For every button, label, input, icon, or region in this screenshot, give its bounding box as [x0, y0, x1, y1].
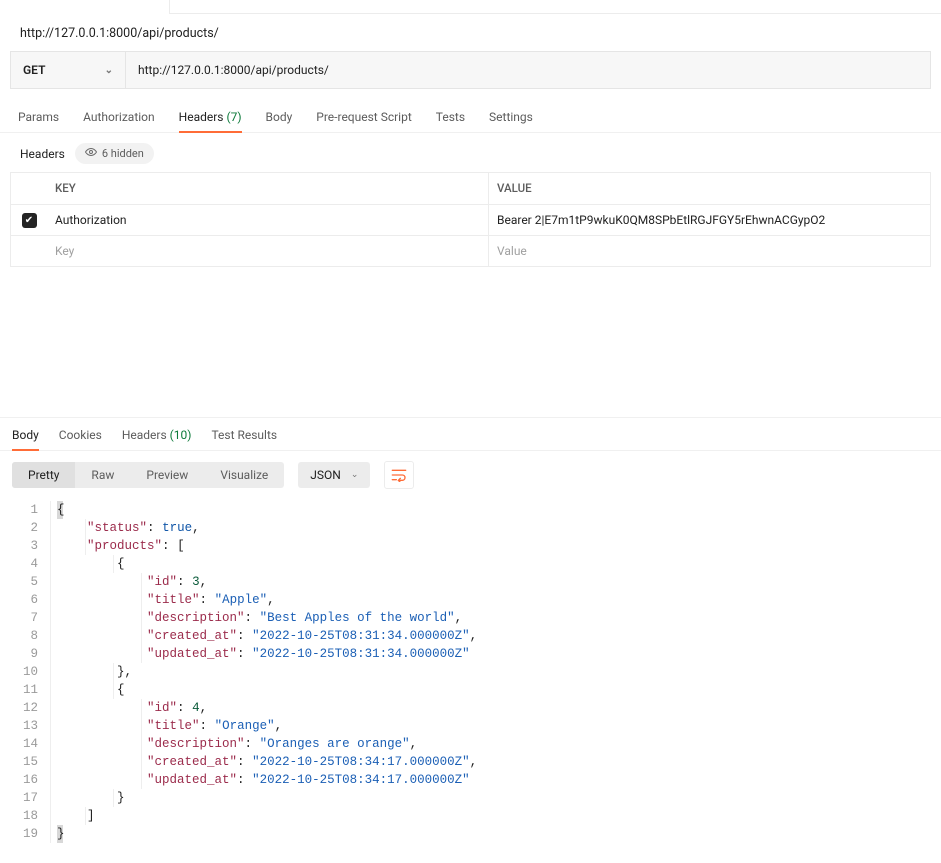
code-line[interactable]: "title": "Apple",: [57, 591, 941, 609]
code-line[interactable]: "title": "Orange",: [57, 717, 941, 735]
content-type-select[interactable]: JSON ⌄: [298, 462, 370, 488]
response-tabs: Body Cookies Headers (10) Test Results: [0, 417, 941, 451]
request-title: http://127.0.0.1:8000/api/products/: [0, 14, 941, 51]
code-line[interactable]: "status": true,: [57, 519, 941, 537]
code-line[interactable]: {: [57, 681, 941, 699]
code-line[interactable]: {: [57, 501, 941, 519]
header-value-input[interactable]: Bearer 2|E7m1tP9wkuK0QM8SPbEtlRGJFGY5rEh…: [489, 205, 930, 235]
spacer: [0, 267, 941, 417]
view-preview[interactable]: Preview: [130, 462, 204, 488]
header-checkbox-empty[interactable]: [11, 236, 47, 266]
resp-tab-headers[interactable]: Headers (10): [122, 428, 192, 450]
col-check: [11, 173, 47, 204]
code-line[interactable]: "created_at": "2022-10-25T08:34:17.00000…: [57, 753, 941, 771]
response-toolbar: Pretty Raw Preview Visualize JSON ⌄: [0, 451, 941, 499]
chevron-down-icon: ⌄: [351, 470, 359, 480]
wrap-icon: [391, 468, 407, 482]
tab-bar: [0, 0, 941, 14]
code-line[interactable]: {: [57, 555, 941, 573]
wrap-lines-button[interactable]: [384, 461, 414, 489]
http-method-label: GET: [23, 63, 45, 77]
code-line[interactable]: ]: [57, 807, 941, 825]
request-tabs: Params Authorization Headers (7) Body Pr…: [0, 101, 941, 133]
view-mode-tabs: Pretty Raw Preview Visualize: [12, 462, 284, 488]
resp-tab-cookies[interactable]: Cookies: [59, 428, 102, 450]
code-line[interactable]: "updated_at": "2022-10-25T08:31:34.00000…: [57, 645, 941, 663]
active-request-tab[interactable]: [0, 0, 170, 14]
code-line[interactable]: }: [57, 789, 941, 807]
code-line[interactable]: },: [57, 663, 941, 681]
header-row: ✔ Authorization Bearer 2|E7m1tP9wkuK0QM8…: [11, 205, 930, 236]
tab-body[interactable]: Body: [266, 110, 293, 132]
request-row: GET ⌄ http://127.0.0.1:8000/api/products…: [10, 51, 931, 89]
tab-headers[interactable]: Headers (7): [179, 110, 242, 132]
content-type-label: JSON: [310, 468, 341, 482]
line-numbers: 12345678910111213141516171819: [0, 501, 50, 843]
hidden-count-label: 6 hidden: [102, 147, 144, 160]
header-key-input[interactable]: Authorization: [47, 205, 489, 235]
check-icon: ✔: [22, 213, 37, 228]
col-key-header: KEY: [47, 173, 489, 204]
json-viewer[interactable]: { "status": true, "products": [ { "id": …: [50, 501, 941, 843]
tab-settings[interactable]: Settings: [489, 110, 533, 132]
chevron-down-icon: ⌄: [105, 65, 113, 76]
code-line[interactable]: "updated_at": "2022-10-25T08:34:17.00000…: [57, 771, 941, 789]
code-line[interactable]: "id": 3,: [57, 573, 941, 591]
view-visualize[interactable]: Visualize: [204, 462, 284, 488]
code-line[interactable]: "created_at": "2022-10-25T08:31:34.00000…: [57, 627, 941, 645]
headers-label: Headers: [20, 147, 65, 161]
tab-tests[interactable]: Tests: [436, 110, 465, 132]
tab-authorization[interactable]: Authorization: [83, 110, 155, 132]
code-line[interactable]: "description": "Oranges are orange",: [57, 735, 941, 753]
header-row-empty: Key Value: [11, 236, 930, 266]
request-url-input[interactable]: http://127.0.0.1:8000/api/products/: [126, 52, 930, 88]
resp-tab-testresults[interactable]: Test Results: [211, 428, 277, 450]
eye-icon: [85, 146, 97, 161]
response-body[interactable]: 12345678910111213141516171819 { "status"…: [0, 499, 941, 863]
header-key-placeholder[interactable]: Key: [47, 236, 489, 266]
resp-tab-headers-label: Headers: [122, 428, 167, 442]
header-checkbox[interactable]: ✔: [11, 205, 47, 235]
http-method-select[interactable]: GET ⌄: [11, 52, 126, 88]
code-line[interactable]: }: [57, 825, 941, 843]
view-raw[interactable]: Raw: [75, 462, 130, 488]
view-pretty[interactable]: Pretty: [12, 462, 75, 488]
headers-subheader: Headers 6 hidden: [0, 133, 941, 172]
code-line[interactable]: "description": "Best Apples of the world…: [57, 609, 941, 627]
code-line[interactable]: "id": 4,: [57, 699, 941, 717]
resp-tab-body[interactable]: Body: [12, 428, 39, 450]
col-value-header: VALUE: [489, 173, 930, 204]
headers-table-head: KEY VALUE: [11, 173, 930, 205]
headers-table: KEY VALUE ✔ Authorization Bearer 2|E7m1t…: [10, 172, 931, 267]
tab-headers-count: (7): [226, 110, 241, 124]
hidden-headers-toggle[interactable]: 6 hidden: [75, 143, 154, 164]
header-value-placeholder[interactable]: Value: [489, 236, 930, 266]
tab-headers-label: Headers: [179, 110, 224, 124]
code-line[interactable]: "products": [: [57, 537, 941, 555]
tab-prerequest[interactable]: Pre-request Script: [316, 110, 411, 132]
tab-params[interactable]: Params: [18, 110, 59, 132]
resp-tab-headers-count: (10): [170, 428, 192, 442]
